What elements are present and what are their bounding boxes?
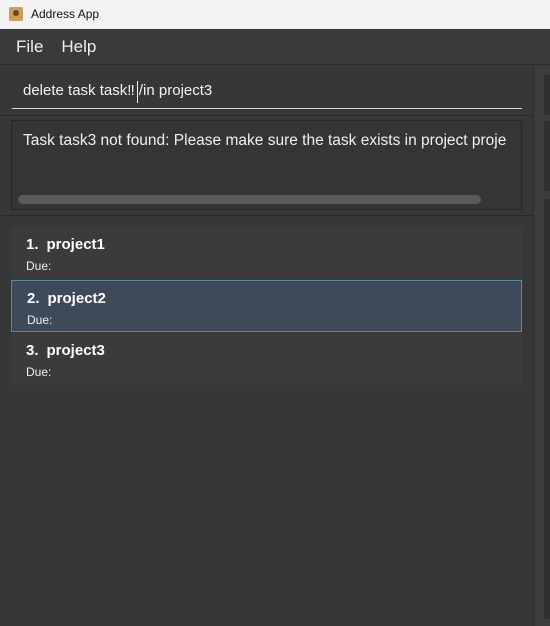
project-index: 2. [27, 290, 40, 307]
window-title: Address App [31, 7, 100, 21]
project-name: project2 [47, 290, 106, 307]
project-list: 1. project1 Due: 2. project2 Due: 3. projec… [11, 227, 522, 386]
main-pane: delete task task‼ /in project3 Task task… [0, 65, 533, 626]
menu-help[interactable]: Help [61, 37, 96, 57]
project-due: Due: [27, 313, 53, 327]
side-pane [533, 65, 550, 626]
menu-file[interactable]: File [16, 37, 43, 57]
project-name: project1 [46, 236, 105, 253]
side-pane-segment [544, 121, 550, 191]
project-index: 3. [26, 342, 39, 359]
project-list-item-selected[interactable]: 2. project2 Due: [11, 280, 522, 332]
project-list-item[interactable]: 3. project3 Due: [11, 333, 522, 385]
address-book-icon [9, 7, 23, 21]
project-index: 1. [26, 236, 39, 253]
project-due: Due: [26, 365, 52, 379]
result-message: Task task3 not found: Please make sure t… [23, 132, 507, 149]
horizontal-scrollbar[interactable] [18, 195, 481, 204]
project-list-item[interactable]: 1. project1 Due: [11, 227, 522, 279]
divider [0, 115, 533, 116]
menu-bar: File Help [0, 29, 550, 65]
text-caret [137, 81, 138, 103]
command-input-text: delete task task‼ /in project3 [23, 82, 213, 99]
result-display: Task task3 not found: Please make sure t… [11, 120, 522, 210]
title-bar: Address App [0, 0, 550, 29]
side-pane-segment [544, 199, 550, 619]
side-pane-segment [544, 75, 550, 115]
command-input[interactable]: delete task task‼ /in project3 [12, 73, 522, 109]
divider [0, 215, 533, 216]
project-name: project3 [46, 342, 105, 359]
project-due: Due: [26, 259, 52, 273]
